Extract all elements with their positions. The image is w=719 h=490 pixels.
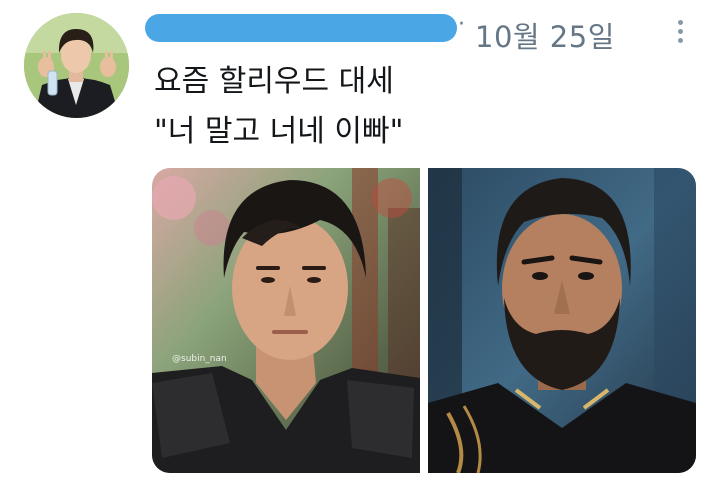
tweet-photo-right[interactable] [428, 168, 696, 473]
photo-watermark: @subin_nan [172, 354, 227, 364]
tweet-photo-left[interactable]: @subin_nan [152, 168, 420, 473]
tweet-text-line-2: "너 말고 너네 이빠" [154, 114, 404, 149]
tweet-header: · 10월 25일 [145, 10, 705, 54]
tweet-date[interactable]: 10월 25일 [475, 14, 615, 56]
author-name-redacted[interactable] [145, 14, 457, 42]
separator-dot: · [458, 12, 465, 37]
more-options-icon[interactable] [675, 20, 685, 50]
tweet[interactable]: · 10월 25일 요즘 할리우드 대세 "너 말고 너네 이빠" @subin… [0, 0, 719, 490]
tweet-text-line-1: 요즘 할리우드 대세 [154, 64, 394, 99]
avatar[interactable] [24, 13, 129, 118]
